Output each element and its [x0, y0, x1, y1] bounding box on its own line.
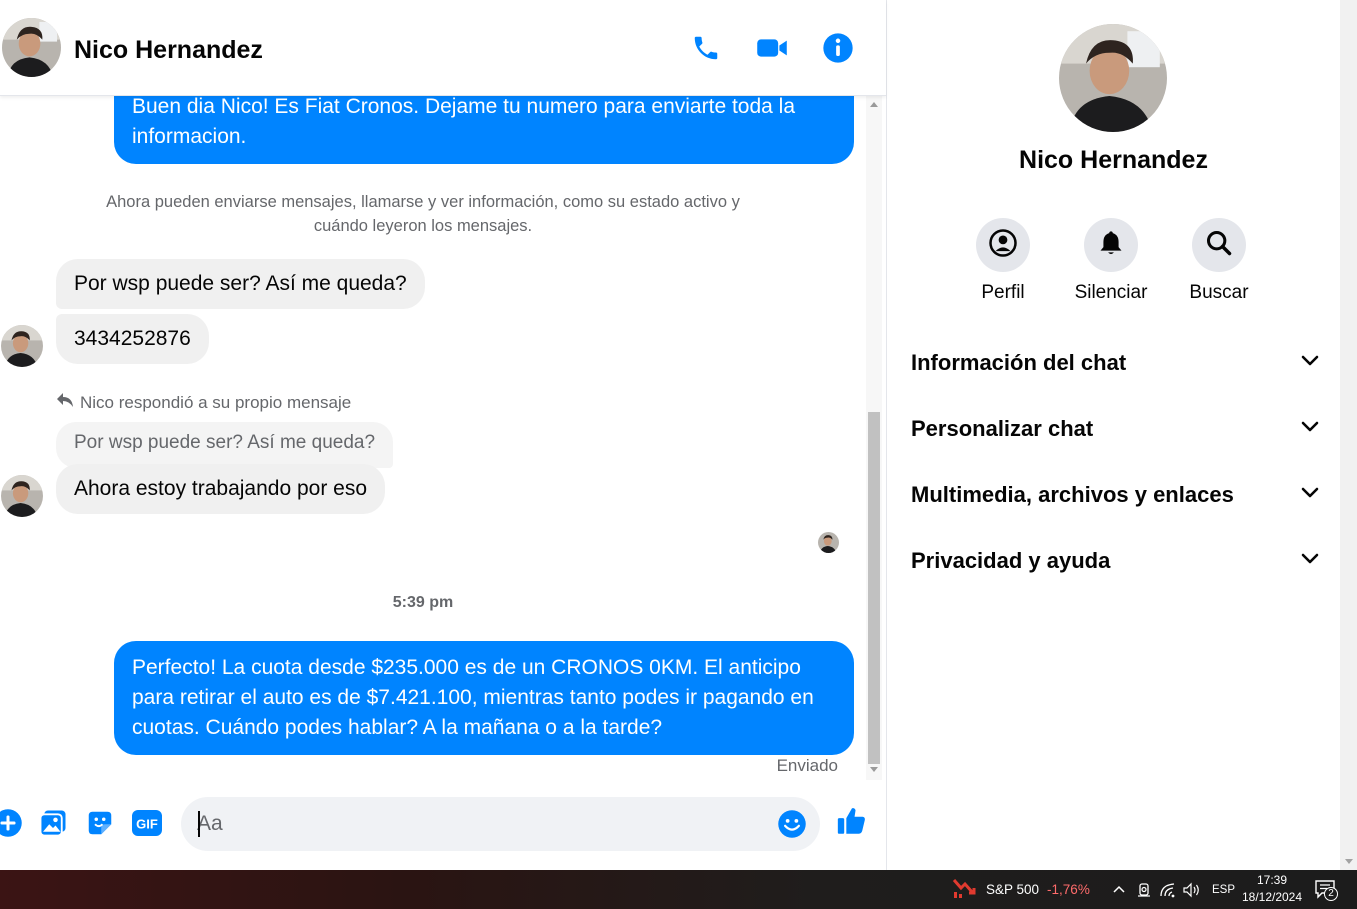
panel-contact-name: Nico Hernandez: [1019, 146, 1208, 174]
profile-button[interactable]: Perfil: [953, 218, 1053, 304]
section-label: Información del chat: [911, 350, 1127, 375]
panel-contact-avatar[interactable]: [1059, 24, 1167, 132]
mute-button[interactable]: Silenciar: [1061, 218, 1161, 304]
video-call-icon[interactable]: [754, 30, 790, 66]
stock-chart-icon: [952, 877, 976, 902]
conversation-details-panel: Nico Hernandez Perfil Silenciar Buscar I…: [887, 0, 1340, 870]
device-icon[interactable]: [1136, 870, 1152, 909]
clock-date: 18/12/2024: [1241, 890, 1303, 904]
section-chat-info[interactable]: Información del chat: [911, 343, 1319, 383]
scroll-down-arrow-icon[interactable]: [870, 767, 878, 772]
thumbs-up-like-icon[interactable]: [835, 804, 869, 838]
section-media-files-links[interactable]: Multimedia, archivos y enlaces: [911, 475, 1319, 515]
connection-system-note: Ahora pueden enviarse mensajes, llamarse…: [106, 193, 740, 235]
message-input[interactable]: [197, 807, 757, 841]
info-icon[interactable]: [820, 30, 856, 66]
notification-icon: 2: [1314, 879, 1340, 901]
chevron-down-icon: [1301, 486, 1319, 504]
mute-label: Silenciar: [1074, 282, 1148, 303]
gif-icon[interactable]: GIF: [130, 806, 164, 840]
phone-call-icon[interactable]: [688, 30, 724, 66]
message-list[interactable]: Buen dia Nico! Es Fiat Cronos. Dejame tu…: [0, 96, 866, 780]
contact-name[interactable]: Nico Hernandez: [74, 36, 263, 65]
search-label: Buscar: [1189, 282, 1249, 303]
contact-avatar[interactable]: [2, 18, 61, 77]
search-button[interactable]: Buscar: [1169, 218, 1269, 304]
reply-indicator-text: Nico respondió a su propio mensaje: [80, 392, 352, 412]
scroll-up-arrow-icon[interactable]: [870, 102, 878, 107]
page-scrollbar[interactable]: [1340, 0, 1357, 870]
section-privacy-support[interactable]: Privacidad y ayuda: [911, 541, 1319, 581]
reply-indicator: Nico respondió a su propio mensaje: [56, 392, 351, 413]
sticker-icon[interactable]: [83, 806, 117, 840]
reply-arrow-icon: [56, 392, 74, 413]
volume-icon[interactable]: [1183, 870, 1201, 909]
text-cursor: [198, 811, 200, 837]
read-receipt-avatar: [818, 532, 839, 553]
emoji-icon[interactable]: [775, 807, 809, 841]
chat-header: Nico Hernandez: [0, 0, 886, 96]
contact-message-avatar: [1, 475, 43, 517]
input-language[interactable]: ESP: [1212, 870, 1235, 909]
show-hidden-icons-button[interactable]: [1112, 870, 1126, 909]
quoted-message[interactable]: Por wsp puede ser? Así me queda?: [56, 422, 394, 468]
clock-time: 17:39: [1256, 873, 1288, 887]
stock-change: -1,76%: [1047, 882, 1090, 897]
message-scrollbar[interactable]: [866, 96, 882, 780]
chevron-down-icon: [1301, 552, 1319, 570]
contact-message-avatar: [1, 325, 43, 367]
section-label: Personalizar chat: [911, 416, 1094, 441]
message-status: Enviado: [776, 756, 838, 775]
profile-label: Perfil: [981, 282, 1025, 303]
wifi-icon[interactable]: [1160, 870, 1178, 909]
incoming-message[interactable]: Por wsp puede ser? Así me queda?: [56, 259, 425, 309]
chevron-up-icon: [1112, 882, 1126, 897]
outgoing-message[interactable]: Perfecto! La cuota desde $235.000 es de …: [114, 641, 854, 755]
chevron-down-icon: [1301, 354, 1319, 372]
message-input-container[interactable]: [181, 797, 820, 851]
section-customize-chat[interactable]: Personalizar chat: [911, 409, 1319, 449]
scroll-down-arrow-icon[interactable]: [1345, 859, 1353, 864]
outgoing-message[interactable]: Buen dia Nico! Es Fiat Cronos. Dejame tu…: [114, 96, 854, 164]
incoming-message[interactable]: Ahora estoy trabajando por eso: [56, 464, 386, 514]
chevron-down-icon: [1301, 420, 1319, 438]
section-label: Privacidad y ayuda: [911, 548, 1111, 573]
notification-count: 2: [1324, 886, 1338, 901]
stock-name: S&P 500: [986, 882, 1040, 897]
more-actions-plus-icon[interactable]: [0, 806, 25, 840]
search-icon: [1205, 229, 1233, 262]
message-composer: GIF: [0, 784, 886, 870]
chat-window: Nico Hernandez Buen dia Nico! Es Fiat Cr…: [0, 0, 886, 870]
taskbar: S&P 500 -1,76% ESP 17:39 18/12/2024 2: [0, 870, 1357, 909]
svg-text:GIF: GIF: [136, 817, 158, 832]
profile-icon: [988, 228, 1018, 263]
incoming-message[interactable]: 3434252876: [56, 314, 209, 364]
section-label: Multimedia, archivos y enlaces: [911, 482, 1234, 507]
system-clock[interactable]: 17:39 18/12/2024: [1238, 872, 1306, 906]
notifications-button[interactable]: 2: [1314, 870, 1340, 909]
scroll-thumb[interactable]: [868, 412, 880, 764]
stock-widget[interactable]: S&P 500 -1,76%: [952, 870, 1090, 909]
bell-icon: [1097, 229, 1125, 262]
attach-image-icon[interactable]: [36, 806, 70, 840]
message-timestamp: 5:39 pm: [392, 594, 454, 611]
